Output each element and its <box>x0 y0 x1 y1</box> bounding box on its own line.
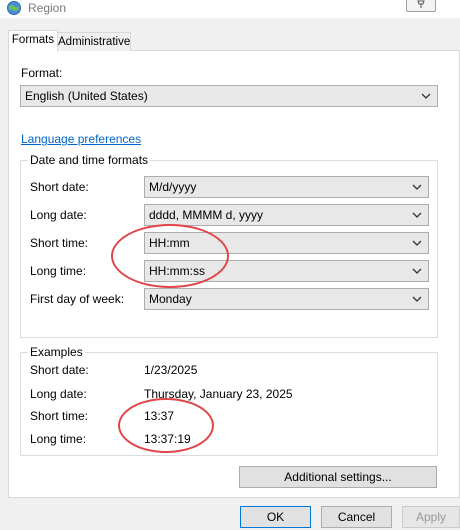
format-select[interactable]: English (United States) <box>20 85 438 107</box>
long-date-select[interactable]: dddd, MMMM d, yyyy <box>144 204 429 226</box>
pin-icon <box>417 0 425 8</box>
example-short-date-label: Short date: <box>30 363 89 377</box>
chevron-down-icon <box>412 296 422 302</box>
pin-button[interactable] <box>406 0 436 12</box>
chevron-down-icon <box>412 240 422 246</box>
first-day-of-week-value: Monday <box>149 292 192 306</box>
long-time-label: Long time: <box>30 264 87 278</box>
example-short-time-label: Short time: <box>30 409 89 423</box>
tab-formats[interactable]: Formats <box>8 30 58 52</box>
first-day-of-week-select[interactable]: Monday <box>144 288 429 310</box>
window-title: Region <box>28 1 67 15</box>
globe-icon <box>6 0 22 16</box>
tab-administrative[interactable]: Administrative <box>57 32 131 51</box>
chevron-down-icon <box>412 184 422 190</box>
first-day-of-week-label: First day of week: <box>30 292 125 306</box>
chevron-down-icon <box>412 212 422 218</box>
additional-settings-button[interactable]: Additional settings... <box>239 466 437 488</box>
example-long-time-label: Long time: <box>30 432 87 446</box>
short-date-select[interactable]: M/d/yyyy <box>144 176 429 198</box>
example-short-date-value: 1/23/2025 <box>144 363 198 377</box>
examples-group-title: Examples <box>28 345 85 359</box>
example-long-date-label: Long date: <box>30 387 87 401</box>
ok-button[interactable]: OK <box>240 506 311 528</box>
chevron-down-icon <box>412 268 422 274</box>
highlight-ring-time-formats <box>111 224 229 288</box>
title-bar <box>0 0 460 18</box>
short-date-value: M/d/yyyy <box>149 180 197 194</box>
long-date-value: dddd, MMMM d, yyyy <box>149 208 264 222</box>
long-date-label: Long date: <box>30 208 87 222</box>
format-label: Format: <box>21 66 63 80</box>
short-time-label: Short time: <box>30 236 89 250</box>
chevron-down-icon <box>421 93 431 99</box>
short-date-label: Short date: <box>30 180 89 194</box>
language-preferences-link[interactable]: Language preferences <box>21 132 141 146</box>
date-time-group-title: Date and time formats <box>28 153 151 167</box>
apply-button[interactable]: Apply <box>402 506 460 528</box>
format-value: English (United States) <box>25 89 148 103</box>
cancel-button[interactable]: Cancel <box>321 506 392 528</box>
highlight-ring-time-examples <box>118 398 214 453</box>
